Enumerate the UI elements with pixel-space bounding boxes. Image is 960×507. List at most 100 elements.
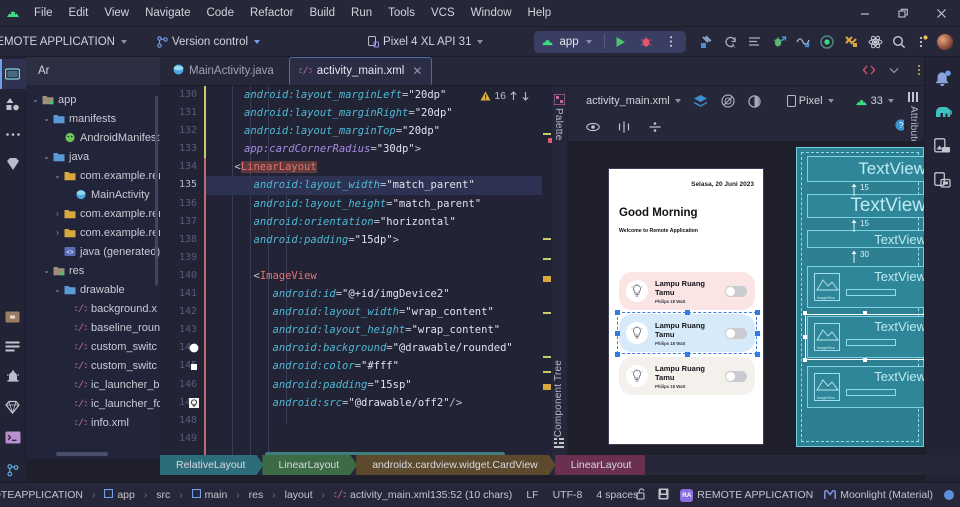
profile-icon[interactable]	[792, 31, 814, 53]
gradle-elephant-icon[interactable]	[925, 97, 960, 127]
status-path-segment[interactable]: app	[104, 488, 135, 501]
code-line[interactable]: <ImageView	[206, 267, 552, 285]
tree-item[interactable]: ⌄ drawable	[26, 280, 160, 299]
selection-handle[interactable]	[615, 331, 620, 336]
caret-position[interactable]: 135:52 (10 chars)	[430, 489, 512, 501]
chevron-down-icon[interactable]: ⌄	[30, 95, 41, 104]
code-line[interactable]	[206, 249, 552, 267]
lock-open-icon[interactable]	[636, 487, 647, 503]
selection-handle[interactable]	[685, 310, 690, 315]
menu-window[interactable]: Window	[463, 4, 520, 22]
project-indicator[interactable]: RA REMOTE APPLICATION	[680, 488, 813, 502]
api-level-selector[interactable]: 33	[851, 93, 898, 109]
status-path-segment[interactable]: main	[191, 488, 227, 501]
chevron-down-icon[interactable]: ⌄	[41, 266, 52, 275]
tree-item[interactable]: </> custom_switc	[26, 337, 160, 356]
blueprint-preview[interactable]: TextView TextView TextView 15 15 30 ImageView T…	[796, 147, 924, 447]
code-view-icon[interactable]	[858, 59, 880, 81]
code-line[interactable]: app:cardCornerRadius="30dp">	[206, 140, 552, 158]
code-format-icon[interactable]	[744, 31, 766, 53]
search-icon[interactable]	[888, 31, 910, 53]
menu-run[interactable]: Run	[343, 4, 380, 22]
debug-button[interactable]	[635, 31, 657, 53]
notifications-bell-icon[interactable]	[925, 63, 960, 93]
code-editor[interactable]: 130 131 132 133 134 135 136 137 138 139 140 141 142 1…	[160, 86, 552, 459]
save-icon[interactable]	[658, 488, 669, 503]
chevron-right-icon[interactable]: ›	[52, 209, 63, 218]
tree-item[interactable]: AndroidManifest	[26, 128, 160, 147]
code-line[interactable]	[206, 430, 552, 448]
breadcrumb-item[interactable]: androidx.cardview.widget.CardView	[356, 455, 556, 475]
sidebar-item-app-quality[interactable]	[0, 392, 26, 422]
menu-edit[interactable]: Edit	[61, 4, 97, 22]
selection-handle[interactable]	[755, 352, 760, 357]
chevron-down-icon[interactable]: ⌄	[52, 285, 63, 294]
gutter-marker[interactable]	[189, 362, 199, 375]
tree-item[interactable]: </> ic_launcher_fc	[26, 394, 160, 413]
tree-item[interactable]: ⌄ app	[26, 90, 160, 109]
blueprint-selection-handle[interactable]	[803, 358, 807, 362]
code-line[interactable]: android:layout_height="match_parent"	[206, 195, 552, 213]
menu-help[interactable]: Help	[520, 4, 560, 22]
sidebar-item-terminal[interactable]	[0, 422, 26, 452]
indent-setting[interactable]: 4 spaces	[596, 489, 638, 501]
close-icon[interactable]: ✕	[412, 64, 422, 78]
sidebar-item-project[interactable]	[0, 59, 26, 89]
editor-inspection-badge[interactable]: 16	[480, 90, 530, 102]
code-line[interactable]: android:background="@drawable/rounded"	[206, 339, 552, 357]
code-line[interactable]: android:color="#fff"	[206, 357, 552, 375]
sidebar-item-notifications[interactable]	[0, 362, 26, 392]
run-button[interactable]	[610, 31, 632, 53]
align-horizontal-icon[interactable]	[613, 116, 635, 138]
tree-item[interactable]: › com.example.rem	[26, 204, 160, 223]
blueprint-selection-handle[interactable]	[863, 311, 867, 315]
atom-icon[interactable]	[864, 31, 886, 53]
sidebar-item-bookmarks[interactable]	[0, 149, 26, 179]
running-devices-icon[interactable]	[925, 165, 960, 195]
sync-gradle-icon[interactable]: A	[720, 31, 742, 53]
design-file-selector[interactable]: activity_main.xml	[582, 93, 685, 109]
build-hammer-icon[interactable]	[696, 31, 718, 53]
preview-card-toggle[interactable]	[725, 285, 747, 297]
chevron-right-icon[interactable]: ›	[52, 228, 63, 237]
chevron-down-icon[interactable]: ⌄	[41, 152, 52, 161]
more-run-options-button[interactable]	[660, 31, 682, 53]
design-mode-icon[interactable]	[690, 90, 712, 112]
chevron-down-icon[interactable]: ⌄	[41, 114, 52, 123]
maximize-button[interactable]	[884, 0, 922, 27]
breadcrumb-item[interactable]: LinearLayout	[262, 455, 357, 475]
sidebar-item-build[interactable]	[0, 332, 26, 362]
device-manager-icon[interactable]	[925, 131, 960, 161]
gutter-marker[interactable]	[189, 397, 199, 411]
preview-device-selector[interactable]: Pixel	[783, 93, 838, 109]
tools-icon[interactable]	[840, 31, 862, 53]
line-separator[interactable]: LF	[526, 489, 538, 501]
code-line[interactable]	[206, 412, 552, 430]
tree-item[interactable]: ⌄ res	[26, 261, 160, 280]
chevron-down-icon[interactable]: ⌄	[52, 171, 63, 180]
file-encoding[interactable]: UTF-8	[553, 489, 583, 501]
project-tree-scrollbar[interactable]	[155, 96, 158, 286]
prev-issue-icon[interactable]	[509, 91, 518, 101]
tree-item[interactable]: ⌄ manifests	[26, 109, 160, 128]
editor-tab[interactable]: </> activity_main.xml ✕	[288, 57, 433, 85]
sidebar-item-more-tools[interactable]	[0, 119, 26, 149]
gutter-marker[interactable]	[189, 343, 199, 356]
force-refresh-icon[interactable]	[744, 90, 766, 112]
code-line[interactable]: android:orientation="horizontal"	[206, 213, 552, 231]
tree-item[interactable]: </> baseline_roun	[26, 318, 160, 337]
record-icon[interactable]	[816, 31, 838, 53]
preview-device-card[interactable]: Lampu Ruang Tamu Philips 18 Watt	[619, 357, 755, 395]
sidebar-item-build-variants[interactable]	[0, 302, 26, 332]
minimize-button[interactable]	[846, 0, 884, 27]
code-line[interactable]: android:padding="15dp">	[206, 231, 552, 249]
tree-item[interactable]: › com.example.rem	[26, 223, 160, 242]
tree-item[interactable]: <> java (generated)	[26, 242, 160, 261]
chevron-down-icon[interactable]	[883, 59, 905, 81]
code-line[interactable]: android:layout_width="match_parent"	[206, 176, 552, 195]
blueprint-selection-handle[interactable]	[803, 335, 807, 339]
status-path-segment[interactable]: res	[249, 489, 264, 501]
close-button[interactable]	[922, 0, 960, 27]
tree-item[interactable]: </> custom_switc	[26, 356, 160, 375]
tree-item[interactable]: </> info.xml	[26, 413, 160, 432]
